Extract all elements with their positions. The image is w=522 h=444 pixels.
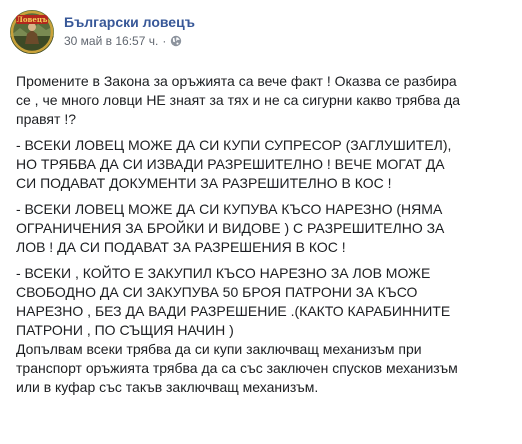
post-meta: Български ловецъ 30 май в 16:57 ч. · [64, 13, 195, 49]
facebook-post: Ловецъ Български ловецъ 30 май в 16:57 ч… [0, 0, 522, 444]
avatar-logo-text: Ловецъ [17, 15, 48, 24]
post-header: Ловецъ Български ловецъ 30 май в 16:57 ч… [10, 10, 195, 58]
meta-separator: · [162, 34, 167, 48]
post-timestamp[interactable]: 30 май в 16:57 ч. [64, 33, 158, 49]
post-paragraph-locking-mechanism: Допълвам всеки трябва да си купи заключв… [16, 341, 458, 395]
post-body: Промените в Закона за оръжията са вече ф… [16, 72, 512, 397]
page-avatar[interactable]: Ловецъ [10, 10, 54, 54]
post-paragraph-intro: Промените в Закона за оръжията са вече ф… [16, 73, 461, 127]
globe-icon[interactable] [170, 35, 182, 47]
page-name-link[interactable]: Български ловецъ [64, 13, 195, 31]
post-subline: 30 май в 16:57 ч. · [64, 33, 195, 49]
post-paragraph-suppressor: - ВСЕКИ ЛОВЕЦ МОЖЕ ДА СИ КУПИ СУПРЕСОР (… [16, 137, 452, 191]
page-avatar-logo: Ловецъ [10, 10, 54, 54]
post-paragraph-ammunition: - ВСЕКИ , КОЙТО Е ЗАКУПИЛ КЪСО НАРЕЗНО З… [16, 265, 451, 338]
post-paragraph-short-rifled: - ВСЕКИ ЛОВЕЦ МОЖЕ ДА СИ КУПУВА КЪСО НАР… [16, 201, 445, 255]
